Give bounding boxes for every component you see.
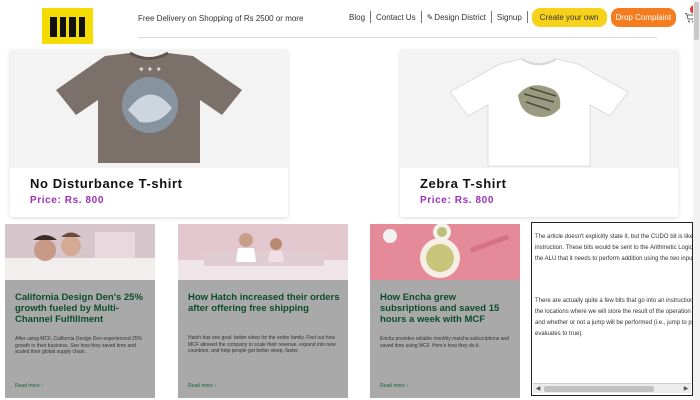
nav-link-contact-us[interactable]: Contact Us bbox=[371, 13, 421, 22]
article-line: and whether or not a jump will be perfor… bbox=[535, 320, 692, 326]
article-line: evaluates to true). bbox=[535, 331, 584, 337]
drop-complaint-button[interactable]: Drop Complaint bbox=[610, 7, 677, 27]
blog-title: California Design Den's 25% growth fuele… bbox=[15, 292, 143, 325]
logo-bars-icon bbox=[50, 17, 85, 37]
blog-image-matcha bbox=[370, 224, 520, 280]
svg-text:✦ ✦ ✦: ✦ ✦ ✦ bbox=[138, 65, 162, 74]
product-name: Zebra T-shirt bbox=[420, 176, 507, 191]
product-image-zebra bbox=[400, 50, 678, 168]
create-your-own-button[interactable]: Create your own bbox=[531, 7, 607, 27]
blog-card-california-design-den[interactable]: California Design Den's 25% growth fuele… bbox=[5, 224, 155, 398]
nav-link-design-district[interactable]: ✎Design District bbox=[422, 13, 491, 22]
blog-image-family bbox=[5, 224, 155, 280]
article-line: instruction. These bits would be sent to… bbox=[535, 245, 693, 251]
nav-link-blog[interactable]: Blog bbox=[344, 13, 370, 22]
blog-image-bedroom bbox=[178, 224, 348, 280]
blog-excerpt: Encha provides reliable monthly matcha s… bbox=[380, 336, 509, 349]
brand-logo[interactable] bbox=[42, 8, 93, 44]
blog-card-encha[interactable]: How Encha grew subsriptions and saved 15… bbox=[370, 224, 520, 398]
nav-link-design-district-label: Design District bbox=[434, 12, 486, 22]
page-scrollbar[interactable] bbox=[693, 0, 700, 400]
product-price: Price: Rs. 800 bbox=[30, 195, 104, 206]
product-name: No Disturbance T-shirt bbox=[30, 176, 183, 191]
scroll-left-icon[interactable]: ◀ bbox=[533, 384, 543, 394]
product-card-zebra[interactable]: Zebra T-shirt Price: Rs. 800 bbox=[400, 50, 678, 217]
read-more-link[interactable]: Read more › bbox=[15, 383, 43, 389]
article-line: There are actually quite a few bits that… bbox=[535, 298, 693, 304]
read-more-link[interactable]: Read more › bbox=[188, 383, 216, 389]
blog-excerpt: After using MCF, California Design Den e… bbox=[15, 336, 143, 355]
article-text-panel[interactable]: The article doesn't explicitly state it,… bbox=[531, 222, 693, 396]
article-line: the ALU that it needs to perform additio… bbox=[535, 256, 693, 262]
product-image-no-disturbance: ✦ ✦ ✦ bbox=[10, 50, 288, 168]
nav-link-signup[interactable]: Signup bbox=[492, 13, 527, 22]
horizontal-scrollbar[interactable]: ◀ ▶ bbox=[533, 383, 691, 393]
nav-divider bbox=[526, 11, 528, 23]
article-line: the locations where we will store the re… bbox=[535, 309, 691, 315]
scrollbar-thumb[interactable] bbox=[544, 386, 654, 392]
blog-title: How Encha grew subsriptions and saved 15… bbox=[380, 292, 500, 325]
site-header: Free Delivery on Shopping of Rs 2500 or … bbox=[0, 0, 700, 44]
blog-card-hatch[interactable]: How Hatch increased their orders after o… bbox=[178, 224, 348, 398]
top-nav: Blog Contact Us ✎Design District Signup … bbox=[344, 5, 700, 28]
product-price: Price: Rs. 800 bbox=[420, 195, 494, 206]
read-more-link[interactable]: Read more › bbox=[380, 383, 408, 389]
blog-excerpt: Hatch has one goal: better sleep for the… bbox=[188, 335, 336, 354]
header-divider bbox=[138, 37, 657, 38]
blog-title: How Hatch increased their orders after o… bbox=[188, 292, 340, 314]
page-scrollbar-thumb[interactable] bbox=[694, 2, 699, 40]
product-card-no-disturbance[interactable]: ✦ ✦ ✦ No Disturbance T-shirt Price: Rs. … bbox=[10, 50, 288, 217]
scroll-right-icon[interactable]: ▶ bbox=[681, 384, 691, 394]
delivery-tagline: Free Delivery on Shopping of Rs 2500 or … bbox=[138, 14, 304, 23]
pencil-icon: ✎ bbox=[426, 12, 434, 22]
article-line: The article doesn't explicitly state it,… bbox=[535, 234, 693, 240]
